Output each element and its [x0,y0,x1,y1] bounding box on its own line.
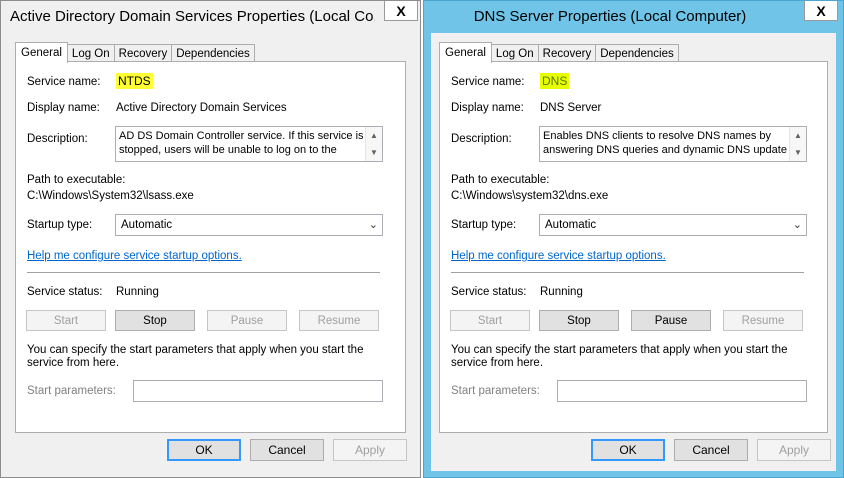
tab-recovery[interactable]: Recovery [113,44,173,62]
tab-recovery[interactable]: Recovery [537,44,597,62]
description-box[interactable]: AD DS Domain Controller service. If this… [115,126,383,162]
description-box[interactable]: Enables DNS clients to resolve DNS names… [539,126,807,162]
start-params-info: You can specify the start parameters tha… [451,344,788,369]
close-button[interactable]: X [804,1,838,21]
pause-button[interactable]: Pause [631,310,711,331]
service-name-label: Service name: [451,76,525,88]
path-value: C:\Windows\system32\dns.exe [451,190,609,202]
dialog-client: General Log On Recovery Dependencies Ser… [7,33,414,471]
resume-button[interactable]: Resume [723,310,803,331]
description-scrollbar[interactable]: ▲ ▼ [789,127,806,161]
startup-type-select[interactable]: Automatic ⌄ [115,214,383,236]
title-bar[interactable]: DNS Server Properties (Local Computer) X [424,1,843,33]
path-value: C:\Windows\System32\lsass.exe [27,190,194,202]
tab-general[interactable]: General [15,42,68,63]
service-status-label: Service status: [27,286,103,298]
chevron-down-icon: ⌄ [792,219,802,231]
path-label: Path to executable: [27,174,126,186]
path-label: Path to executable: [451,174,550,186]
scroll-down-icon[interactable]: ▼ [790,144,806,161]
dns-properties-dialog: DNS Server Properties (Local Computer) X… [423,0,844,478]
tab-log-on[interactable]: Log On [490,44,539,62]
tab-general[interactable]: General [439,42,492,63]
tab-log-on[interactable]: Log On [66,44,115,62]
title-bar[interactable]: Active Directory Domain Services Propert… [1,1,420,33]
chevron-down-icon: ⌄ [368,219,378,231]
service-name-value: DNS [540,73,570,89]
ok-button[interactable]: OK [167,439,241,461]
startup-type-label: Startup type: [27,219,93,231]
stop-button[interactable]: Stop [115,310,195,331]
start-parameters-input[interactable] [133,380,383,402]
help-link[interactable]: Help me configure service startup option… [451,250,666,262]
startup-type-value: Automatic [545,219,597,231]
start-parameters-label: Start parameters: [27,385,116,397]
cancel-button[interactable]: Cancel [674,439,748,461]
cancel-button[interactable]: Cancel [250,439,324,461]
service-name-value: NTDS [116,73,153,89]
display-name-value: Active Directory Domain Services [116,102,287,114]
start-parameters-input[interactable] [557,380,807,402]
startup-type-select[interactable]: Automatic ⌄ [539,214,807,236]
general-panel: Service name: NTDS Display name: Active … [15,61,406,433]
tab-dependencies[interactable]: Dependencies [595,44,679,62]
scroll-up-icon[interactable]: ▲ [790,127,806,144]
scroll-up-icon[interactable]: ▲ [366,127,382,144]
description-label: Description: [451,133,512,145]
general-panel: Service name: DNS Display name: DNS Serv… [439,61,828,433]
apply-button[interactable]: Apply [757,439,831,461]
divider [451,272,804,273]
display-name-label: Display name: [451,102,524,114]
dialog-title: DNS Server Properties (Local Computer) [473,8,747,25]
tab-strip: General Log On Recovery Dependencies [439,40,679,63]
service-status-value: Running [540,286,583,298]
start-button[interactable]: Start [26,310,106,331]
display-name-value: DNS Server [540,102,602,114]
divider [27,272,380,273]
start-button[interactable]: Start [450,310,530,331]
resume-button[interactable]: Resume [299,310,379,331]
description-text: Enables DNS clients to resolve DNS names… [543,130,787,156]
display-name-label: Display name: [27,102,100,114]
ok-button[interactable]: OK [591,439,665,461]
description-scrollbar[interactable]: ▲ ▼ [365,127,382,161]
stop-button[interactable]: Stop [539,310,619,331]
service-name-label: Service name: [27,76,101,88]
close-button[interactable]: X [384,1,418,21]
startup-type-label: Startup type: [451,219,517,231]
tab-dependencies[interactable]: Dependencies [171,44,255,62]
pause-button[interactable]: Pause [207,310,287,331]
help-link[interactable]: Help me configure service startup option… [27,250,242,262]
dialog-client: General Log On Recovery Dependencies Ser… [431,33,836,471]
service-status-label: Service status: [451,286,527,298]
description-text: AD DS Domain Controller service. If this… [119,130,364,156]
start-parameters-label: Start parameters: [451,385,540,397]
ntds-properties-dialog: Active Directory Domain Services Propert… [0,0,421,478]
dialog-title: Active Directory Domain Services Propert… [10,8,375,25]
startup-type-value: Automatic [121,219,173,231]
scroll-down-icon[interactable]: ▼ [366,144,382,161]
description-label: Description: [27,133,88,145]
service-status-value: Running [116,286,159,298]
tab-strip: General Log On Recovery Dependencies [15,40,255,63]
start-params-info: You can specify the start parameters tha… [27,344,364,369]
apply-button[interactable]: Apply [333,439,407,461]
